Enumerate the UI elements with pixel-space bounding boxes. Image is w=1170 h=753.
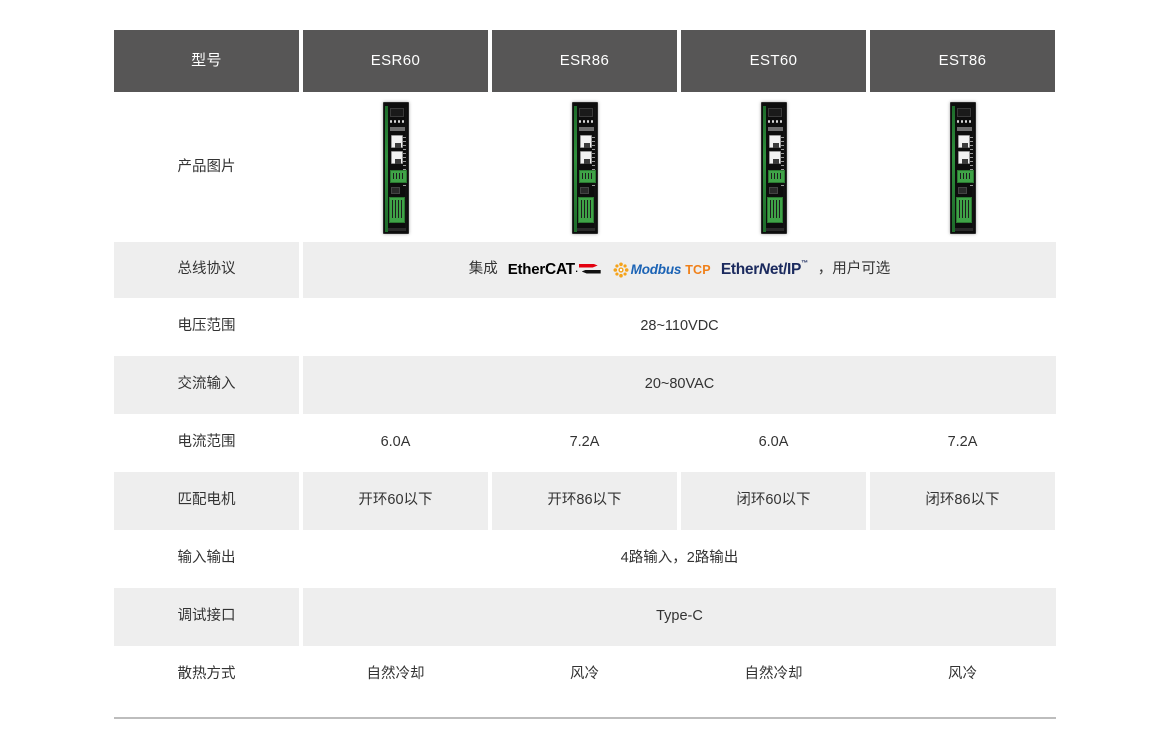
row-label-bus-protocol: 总线协议 [114,242,299,298]
matched-motor-est60: 闭环60以下 [681,472,866,530]
drive-illustration [571,102,598,234]
modbus-logo-name: Modbus [630,261,682,277]
table-row-debug-port: 调试接口 Type-C [114,588,1056,646]
current-range-est86: 7.2A [870,414,1055,472]
row-value-bus-protocol: 集成 Ether CAT. Modbus TCP Ether N et/IP ™… [303,242,1056,298]
table-row-ac-input: 交流输入 20~80VAC [114,356,1056,414]
table-row-voltage-range: 电压范围 28~110VDC [114,298,1056,356]
matched-motor-esr86: 开环86以下 [492,472,677,530]
ethernetip-logo-tm: ™ [801,260,808,268]
ethernetip-logo-pre: Ether [720,261,759,279]
modbus-star-icon [613,262,629,278]
ethercat-logo-part2: CAT [545,261,575,279]
header-cell-esr60: ESR60 [303,30,488,92]
cooling-est60: 自然冷却 [681,646,866,704]
ethernet-ip-logo-icon: Ether Net/IP ™ [721,258,808,281]
modbus-tcp-logo-icon: Modbus TCP [613,260,711,280]
table-row-matched-motor: 匹配电机 开环60以下 开环86以下 闭环60以下 闭环86以下 [114,472,1056,530]
row-value-voltage-range: 28~110VDC [303,298,1056,356]
row-label-current-range: 电流范围 [114,414,299,472]
cooling-esr86: 风冷 [492,646,677,704]
matched-motor-esr60: 开环60以下 [303,472,488,530]
matched-motor-est86: 闭环86以下 [870,472,1055,530]
product-image-esr86 [492,94,677,242]
ethercat-arrows-icon [578,263,603,278]
cooling-esr60: 自然冷却 [303,646,488,704]
header-cell-esr86: ESR86 [492,30,677,92]
modbus-logo-protocol: TCP [685,262,711,277]
current-range-est60: 6.0A [681,414,866,472]
ethernetip-logo-post: et/IP [769,261,802,279]
row-value-debug-port: Type-C [303,588,1056,646]
row-label-product-image: 产品图片 [114,94,299,242]
cooling-est86: 风冷 [870,646,1055,704]
row-label-io: 输入输出 [114,530,299,588]
drive-illustration [382,102,409,234]
header-cell-est60: EST60 [681,30,866,92]
table-row-product-image: 产品图片 [114,94,1056,242]
row-label-debug-port: 调试接口 [114,588,299,646]
table-row-bus-protocol: 总线协议 集成 Ether CAT. Modbus TCP Ether N et… [114,242,1056,298]
product-image-est86 [870,94,1055,242]
current-range-esr86: 7.2A [492,414,677,472]
drive-illustration [949,102,976,234]
row-label-ac-input: 交流输入 [114,356,299,414]
row-value-io: 4路输入，2路输出 [303,530,1056,588]
product-image-esr60 [303,94,488,242]
table-bottom-rule [114,717,1056,719]
row-value-ac-input: 20~80VAC [303,356,1056,414]
current-range-esr60: 6.0A [303,414,488,472]
bus-protocol-prefix: 集成 [468,261,498,278]
row-label-voltage-range: 电压范围 [114,298,299,356]
drive-illustration [760,102,787,234]
row-label-matched-motor: 匹配电机 [114,472,299,530]
table-row-io: 输入输出 4路输入，2路输出 [114,530,1056,588]
header-cell-model: 型号 [114,30,299,92]
bus-protocol-suffix: ，用户可选 [817,261,891,278]
spec-comparison-table: 型号 ESR60 ESR86 EST60 EST86 产品图片 总线协议 集成 … [114,30,1056,704]
table-row-current-range: 电流范围 6.0A 7.2A 6.0A 7.2A [114,414,1056,472]
table-row-cooling: 散热方式 自然冷却 风冷 自然冷却 风冷 [114,646,1056,704]
ethercat-logo-part1: Ether [507,260,546,278]
table-header-row: 型号 ESR60 ESR86 EST60 EST86 [114,30,1056,92]
row-label-cooling: 散热方式 [114,646,299,704]
header-cell-est86: EST86 [870,30,1055,92]
ethercat-logo-dot: . [575,264,578,275]
product-image-est60 [681,94,866,242]
ethercat-logo-icon: Ether CAT. [508,258,603,281]
